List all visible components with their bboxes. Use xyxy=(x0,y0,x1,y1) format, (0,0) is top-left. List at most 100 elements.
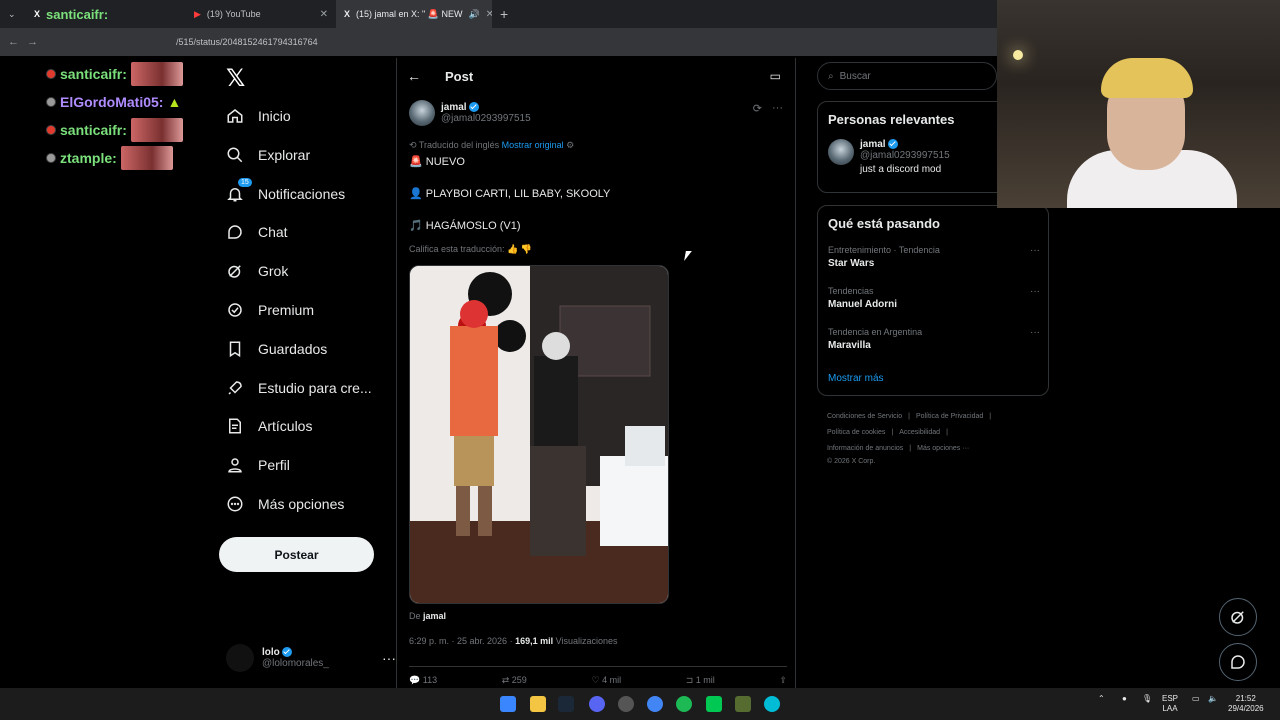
more-dots-icon[interactable]: ··· xyxy=(1030,327,1040,338)
app-icon[interactable] xyxy=(618,696,634,712)
nav-perfil[interactable]: Perfil xyxy=(226,453,290,477)
footer-divider: | xyxy=(891,429,894,436)
post-header: ← Post ▭ xyxy=(397,58,797,94)
network-icon[interactable]: ▭ xyxy=(1192,694,1200,704)
discord-icon[interactable] xyxy=(589,696,605,712)
settings-icon[interactable]: ⚙ xyxy=(566,140,574,150)
app-icon[interactable] xyxy=(764,696,780,712)
from-name[interactable]: jamal xyxy=(423,611,446,621)
search-icon: ⌕ xyxy=(828,70,834,82)
close-tab-icon[interactable]: ✕ xyxy=(320,9,328,20)
thumbs-down-icon[interactable]: 👎 xyxy=(521,244,532,254)
trend-name: Maravilla xyxy=(828,340,871,351)
x-logo-icon[interactable]: 𝕏 xyxy=(226,64,245,93)
footer-link[interactable]: Condiciones de Servicio xyxy=(827,413,902,420)
spotify-icon[interactable] xyxy=(676,696,692,712)
footer-link[interactable]: Política de cookies xyxy=(827,429,885,436)
timestamp[interactable]: 6:29 p. m. · 25 abr. 2026 · xyxy=(409,636,513,646)
messages-floating-button[interactable] xyxy=(1219,643,1257,681)
nav-estudio[interactable]: Estudio para cre... xyxy=(226,376,372,400)
more-dots-icon[interactable]: ··· xyxy=(1030,286,1040,297)
more-dots-icon[interactable]: ··· xyxy=(382,650,396,666)
tab-label: (15) jamal en X: " 🚨 NEW xyxy=(356,8,463,19)
tray-app-icon[interactable]: ● xyxy=(1122,694,1127,704)
kick-icon[interactable] xyxy=(706,696,722,712)
grok-floating-button[interactable] xyxy=(1219,598,1257,636)
post-actions: 💬 113 ⇄ 259 ♡ 4 mil ⊐ 1 mil ⇪ xyxy=(409,666,787,686)
steam-icon[interactable] xyxy=(558,696,574,712)
nav-label: Estudio para cre... xyxy=(258,380,372,396)
footer-link[interactable]: Accesibilidad xyxy=(899,429,940,436)
nav-premium[interactable]: Premium xyxy=(226,298,314,322)
reply-button[interactable]: 💬 113 xyxy=(409,675,437,686)
trend-item[interactable]: Entretenimiento · Tendencia Star Wars ··… xyxy=(828,245,1040,269)
volume-icon[interactable]: 🔈 xyxy=(1208,694,1218,704)
microphone-icon[interactable]: 🎙 xyxy=(1142,694,1152,704)
tab-x-post[interactable]: X (15) jamal en X: " 🚨 NEW 🔊 ✕ xyxy=(336,0,492,28)
chrome-icon[interactable] xyxy=(647,696,663,712)
search-input[interactable]: ⌕ Buscar xyxy=(817,62,997,90)
article-icon xyxy=(229,418,241,434)
chat-message: santicaifr: xyxy=(46,116,206,144)
thumbs-up-icon[interactable]: 👍 xyxy=(507,244,518,254)
reader-mode-icon[interactable]: ▭ xyxy=(770,69,781,83)
nav-mas-opciones[interactable]: Más opciones xyxy=(226,492,344,516)
footer-link[interactable]: Política de Privacidad xyxy=(916,413,983,420)
account-switcher[interactable]: lolo @lolomorales_ ··· xyxy=(226,643,396,673)
nav-articulos[interactable]: Artículos xyxy=(226,414,312,438)
bookmark-button[interactable]: ⊐ 1 mil xyxy=(686,675,715,686)
city-light xyxy=(1013,50,1023,60)
tab-youtube[interactable]: ▶ (19) YouTube ✕ xyxy=(186,0,336,28)
avatar[interactable] xyxy=(828,139,854,165)
author-handle[interactable]: @jamal0293997515 xyxy=(441,113,531,124)
post-image[interactable] xyxy=(409,265,669,604)
speaker-icon[interactable]: 🔊 xyxy=(468,9,479,20)
tab-label: santicaifr: xyxy=(46,6,109,22)
sidebar-footer: Condiciones de Servicio | Política de Priv… xyxy=(827,409,1037,467)
trend-item[interactable]: Tendencia en Argentina Maravilla ··· xyxy=(828,327,1040,351)
author-name-row: jamal xyxy=(441,102,531,113)
forward-icon[interactable]: → xyxy=(27,36,38,48)
layout-code: LAA xyxy=(1162,704,1178,713)
clock[interactable]: 21:52 29/4/2026 xyxy=(1228,694,1264,714)
repost-button[interactable]: ⇄ 259 xyxy=(502,675,527,686)
more-dots-icon[interactable]: ··· xyxy=(772,102,783,115)
back-icon[interactable]: ← xyxy=(8,36,19,48)
like-button[interactable]: ♡ 4 mil xyxy=(591,675,621,686)
verified-icon xyxy=(281,647,292,658)
nav-grok[interactable]: Grok xyxy=(226,259,288,283)
more-dots-icon[interactable]: ··· xyxy=(1030,245,1040,256)
browser-tab-bar: ⌄ X santicaifr: ▶ (19) YouTube ✕ X (15) … xyxy=(0,0,1000,28)
url-field[interactable]: /515/status/2048152461794316764 xyxy=(176,37,318,47)
grok-icon[interactable]: ⟳ xyxy=(753,102,762,115)
nav-inicio[interactable]: Inicio xyxy=(226,104,291,128)
footer-link[interactable]: Información de anuncios xyxy=(827,445,903,452)
person-name[interactable]: jamal xyxy=(860,139,886,150)
search-placeholder: Buscar xyxy=(839,70,871,82)
trend-category: Tendencia en Argentina xyxy=(828,327,923,337)
language-indicator[interactable]: ESP LAA xyxy=(1162,694,1178,714)
views-count: 169,1 mil xyxy=(515,636,554,646)
tab-list-button[interactable]: ⌄ xyxy=(0,0,26,28)
footer-row: Condiciones de Servicio | Política de Priv… xyxy=(827,409,1037,425)
post-author[interactable]: jamal @jamal0293997515 xyxy=(409,100,531,126)
nav-explorar[interactable]: Explorar xyxy=(226,143,310,167)
post-button[interactable]: Postear xyxy=(219,537,374,572)
windows-start-icon[interactable] xyxy=(500,696,516,712)
show-original-link[interactable]: Mostrar original xyxy=(502,140,564,150)
back-arrow-icon[interactable]: ← xyxy=(407,68,421,84)
app-icon[interactable] xyxy=(735,696,751,712)
new-tab-button[interactable]: + xyxy=(492,0,516,28)
share-icon[interactable]: ⇪ xyxy=(779,675,787,686)
author-avatar[interactable] xyxy=(409,100,435,126)
file-explorer-icon[interactable] xyxy=(530,696,546,712)
nav-notificaciones[interactable]: 15 Notificaciones xyxy=(226,178,345,206)
nav-guardados[interactable]: Guardados xyxy=(226,337,327,361)
nav-chat[interactable]: Chat xyxy=(226,220,288,244)
show-more-link[interactable]: Mostrar más xyxy=(828,373,884,384)
tray-chevron-icon[interactable]: ⌃ xyxy=(1098,694,1105,704)
trend-item[interactable]: Tendencias Manuel Adorni ··· xyxy=(828,286,1040,310)
tab-chat[interactable]: X santicaifr: xyxy=(26,0,186,28)
author-name[interactable]: jamal xyxy=(441,102,467,113)
footer-link[interactable]: Más opciones ··· xyxy=(917,445,969,452)
